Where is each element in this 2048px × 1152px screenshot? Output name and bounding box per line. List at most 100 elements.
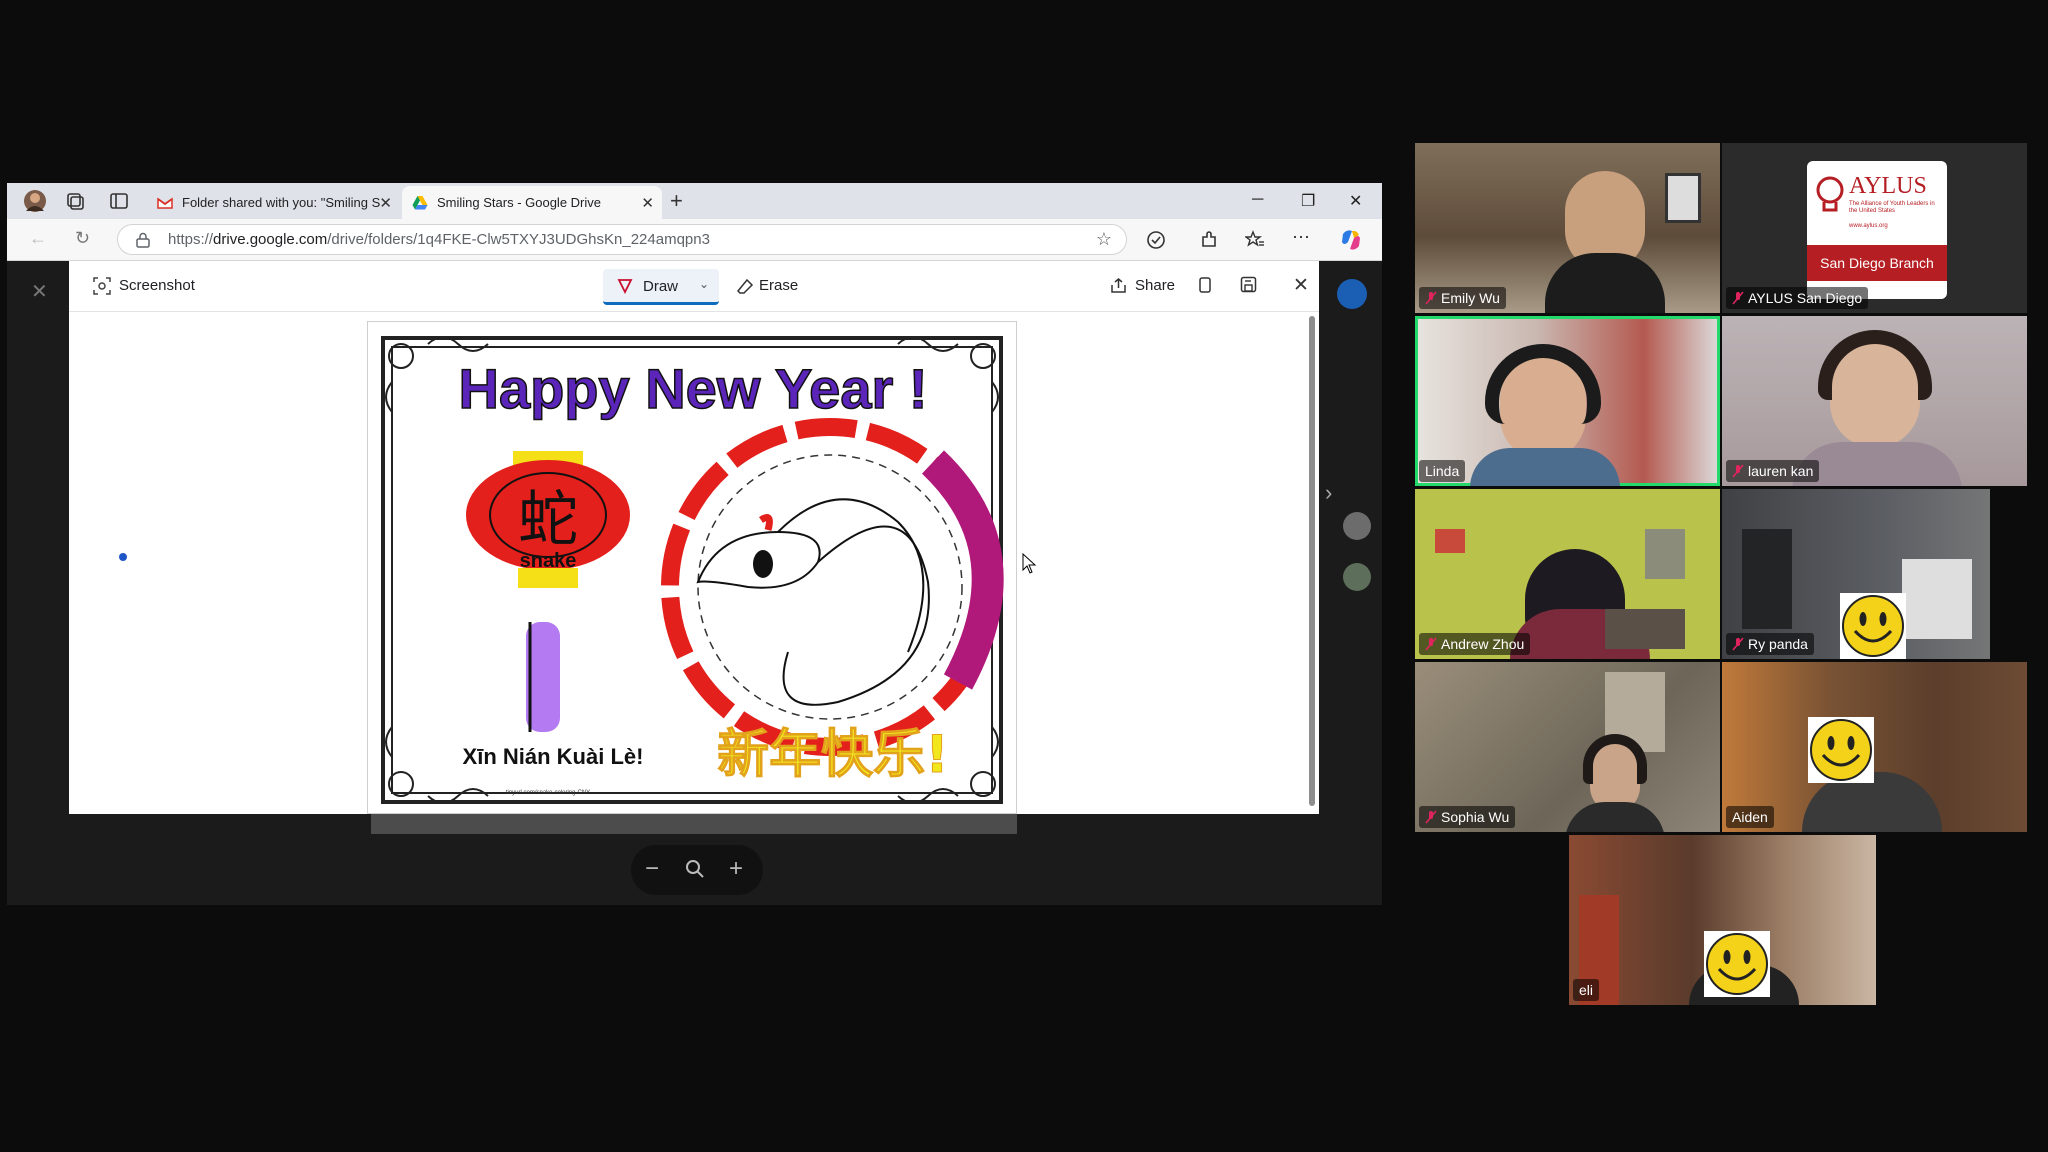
close-tab-icon[interactable]: ✕	[379, 194, 392, 212]
smiley-face-icon	[1810, 719, 1872, 781]
participant-tile[interactable]: Sophia Wu	[1415, 662, 1720, 832]
workspaces-icon[interactable]	[63, 189, 87, 213]
participant-tile[interactable]: AYLUS The Alliance of Youth Leaders in t…	[1722, 143, 2027, 313]
browser-window: Folder shared with you: "Smiling S ✕ Smi…	[7, 183, 1382, 905]
participant-tile[interactable]: Aiden	[1722, 662, 2027, 832]
favorites-icon[interactable]	[1245, 230, 1265, 250]
participant-name: AYLUS San Diego	[1726, 287, 1869, 309]
share-button[interactable]: Share	[1135, 277, 1175, 294]
google-drive-icon	[412, 195, 428, 209]
smiley-face-icon	[1706, 933, 1768, 995]
close-window-icon[interactable]: ✕	[1349, 191, 1362, 211]
restore-icon[interactable]: ❐	[1301, 191, 1315, 211]
mic-muted-icon	[1425, 637, 1437, 651]
participant-name: lauren kan	[1726, 460, 1820, 482]
participant-name-text: lauren kan	[1748, 463, 1814, 479]
more-options-icon[interactable]: ⋯	[1292, 227, 1310, 248]
screenshot-toolbar: Screenshot Draw ⌄ Erase Share ✕	[69, 261, 1319, 312]
copilot-icon[interactable]	[1339, 228, 1363, 252]
refresh-icon[interactable]: ↻	[75, 228, 90, 249]
tab-bar: Folder shared with you: "Smiling S ✕ Smi…	[7, 183, 1382, 219]
url-path: /drive/folders/1q4FKE-Clw5TXYJ3UDGhsKn_2…	[327, 231, 710, 248]
poster-headline: Happy New Year !	[459, 357, 928, 420]
address-bar-row: ← ↻ https://drive.google.com/drive/folde…	[7, 219, 1382, 261]
url-input[interactable]: https://drive.google.com/drive/folders/1…	[117, 224, 1127, 255]
participant-body	[1470, 448, 1620, 486]
monitor	[1605, 609, 1685, 649]
tab-title: Smiling Stars - Google Drive	[437, 195, 601, 210]
participant-name-text: Emily Wu	[1441, 290, 1500, 306]
participant-name: Sophia Wu	[1419, 806, 1516, 828]
zoom-icon[interactable]	[685, 859, 705, 879]
participant-body	[1565, 802, 1665, 832]
zoom-in-icon[interactable]: +	[729, 855, 743, 883]
chevron-down-icon[interactable]: ⌄	[699, 277, 709, 291]
participant-name: Emily Wu	[1419, 287, 1506, 309]
participant-tile[interactable]: lauren kan	[1722, 316, 2027, 486]
next-file-icon[interactable]: ›	[1325, 480, 1332, 506]
draw-button[interactable]: Draw ⌄	[603, 269, 719, 305]
mic-muted-icon	[1732, 637, 1744, 651]
erase-button[interactable]: Erase	[759, 277, 798, 294]
tab-google-drive[interactable]: Smiling Stars - Google Drive ✕	[402, 186, 662, 219]
close-tab-icon[interactable]: ✕	[641, 194, 654, 212]
smiley-avatar	[1704, 931, 1770, 997]
new-year-poster: 蛇 snake Happy New Year ! Xīn Nián Kuài L…	[367, 321, 1017, 814]
aylus-url: www.aylus.org	[1849, 223, 1888, 229]
image-shadow	[371, 814, 1017, 834]
close-screenshot-icon[interactable]: ✕	[1293, 274, 1309, 297]
participant-name-text: Ry panda	[1748, 636, 1808, 652]
copy-icon[interactable]	[1197, 276, 1213, 294]
smiley-face-icon	[1842, 595, 1904, 657]
wall-decoration	[1435, 529, 1465, 553]
participant-hair	[1818, 330, 1932, 400]
tab-gmail[interactable]: Folder shared with you: "Smiling S ✕	[147, 186, 400, 219]
favorite-star-icon[interactable]: ☆	[1096, 225, 1112, 254]
back-icon[interactable]: ←	[29, 228, 47, 249]
mic-muted-icon	[1425, 810, 1437, 824]
scrollbar[interactable]	[1309, 316, 1315, 806]
participant-tile[interactable]: Ry panda	[1722, 489, 1990, 659]
participant-tile[interactable]: eli	[1569, 835, 1876, 1005]
close-preview-icon[interactable]: ✕	[31, 279, 48, 304]
wall-frame	[1665, 173, 1701, 223]
participant-tile[interactable]: Linda	[1415, 316, 1720, 486]
participant-tile[interactable]: Emily Wu	[1415, 143, 1720, 313]
poster-pinyin: Xīn Nián Kuài Lè!	[463, 744, 644, 769]
aylus-branch: San Diego Branch	[1807, 245, 1947, 281]
browser-essentials-icon[interactable]	[1146, 230, 1166, 250]
participant-tile[interactable]: Andrew Zhou	[1415, 489, 1720, 659]
smiley-avatar	[1808, 717, 1874, 783]
share-icon[interactable]	[1110, 277, 1127, 294]
participant-name-text: Sophia Wu	[1441, 809, 1510, 825]
tab-title: Folder shared with you: "Smiling S	[182, 195, 381, 210]
extension-badge-icon[interactable]	[1343, 563, 1371, 591]
poster-chinese: 新年快乐!	[717, 725, 949, 785]
participant-hair	[1485, 344, 1601, 424]
profile-avatar-icon[interactable]	[23, 189, 47, 213]
mic-muted-icon	[1732, 291, 1744, 305]
participant-name-text: AYLUS San Diego	[1748, 290, 1863, 306]
drive-action-button[interactable]	[1337, 279, 1367, 309]
lock-icon[interactable]	[136, 232, 150, 248]
participant-name: eli	[1573, 979, 1600, 1001]
shortcut-icon[interactable]	[1343, 512, 1371, 540]
poster-credit: tinyurl.com/snake-coloring-CNY	[506, 790, 590, 796]
url-domain: drive.google.com	[213, 231, 328, 248]
mouse-cursor-icon	[1022, 553, 1037, 574]
mic-muted-icon	[1425, 291, 1437, 305]
new-tab-icon[interactable]: +	[670, 188, 683, 214]
extensions-icon[interactable]	[1199, 230, 1219, 250]
aylus-tagline: The Alliance of Youth Leaders in the Uni…	[1849, 201, 1935, 214]
eraser-icon[interactable]	[737, 278, 754, 295]
url-prefix: https://	[168, 231, 214, 248]
zoom-controls: − +	[631, 845, 763, 895]
lightbulb-icon	[1816, 176, 1844, 212]
participant-name: Linda	[1419, 460, 1466, 482]
tab-actions-icon[interactable]	[107, 189, 131, 213]
minimize-icon[interactable]: ─	[1252, 191, 1263, 209]
zoom-out-icon[interactable]: −	[645, 855, 659, 883]
wall-decoration	[1645, 529, 1685, 579]
participant-name: Aiden	[1726, 806, 1774, 828]
save-icon[interactable]	[1240, 276, 1257, 293]
